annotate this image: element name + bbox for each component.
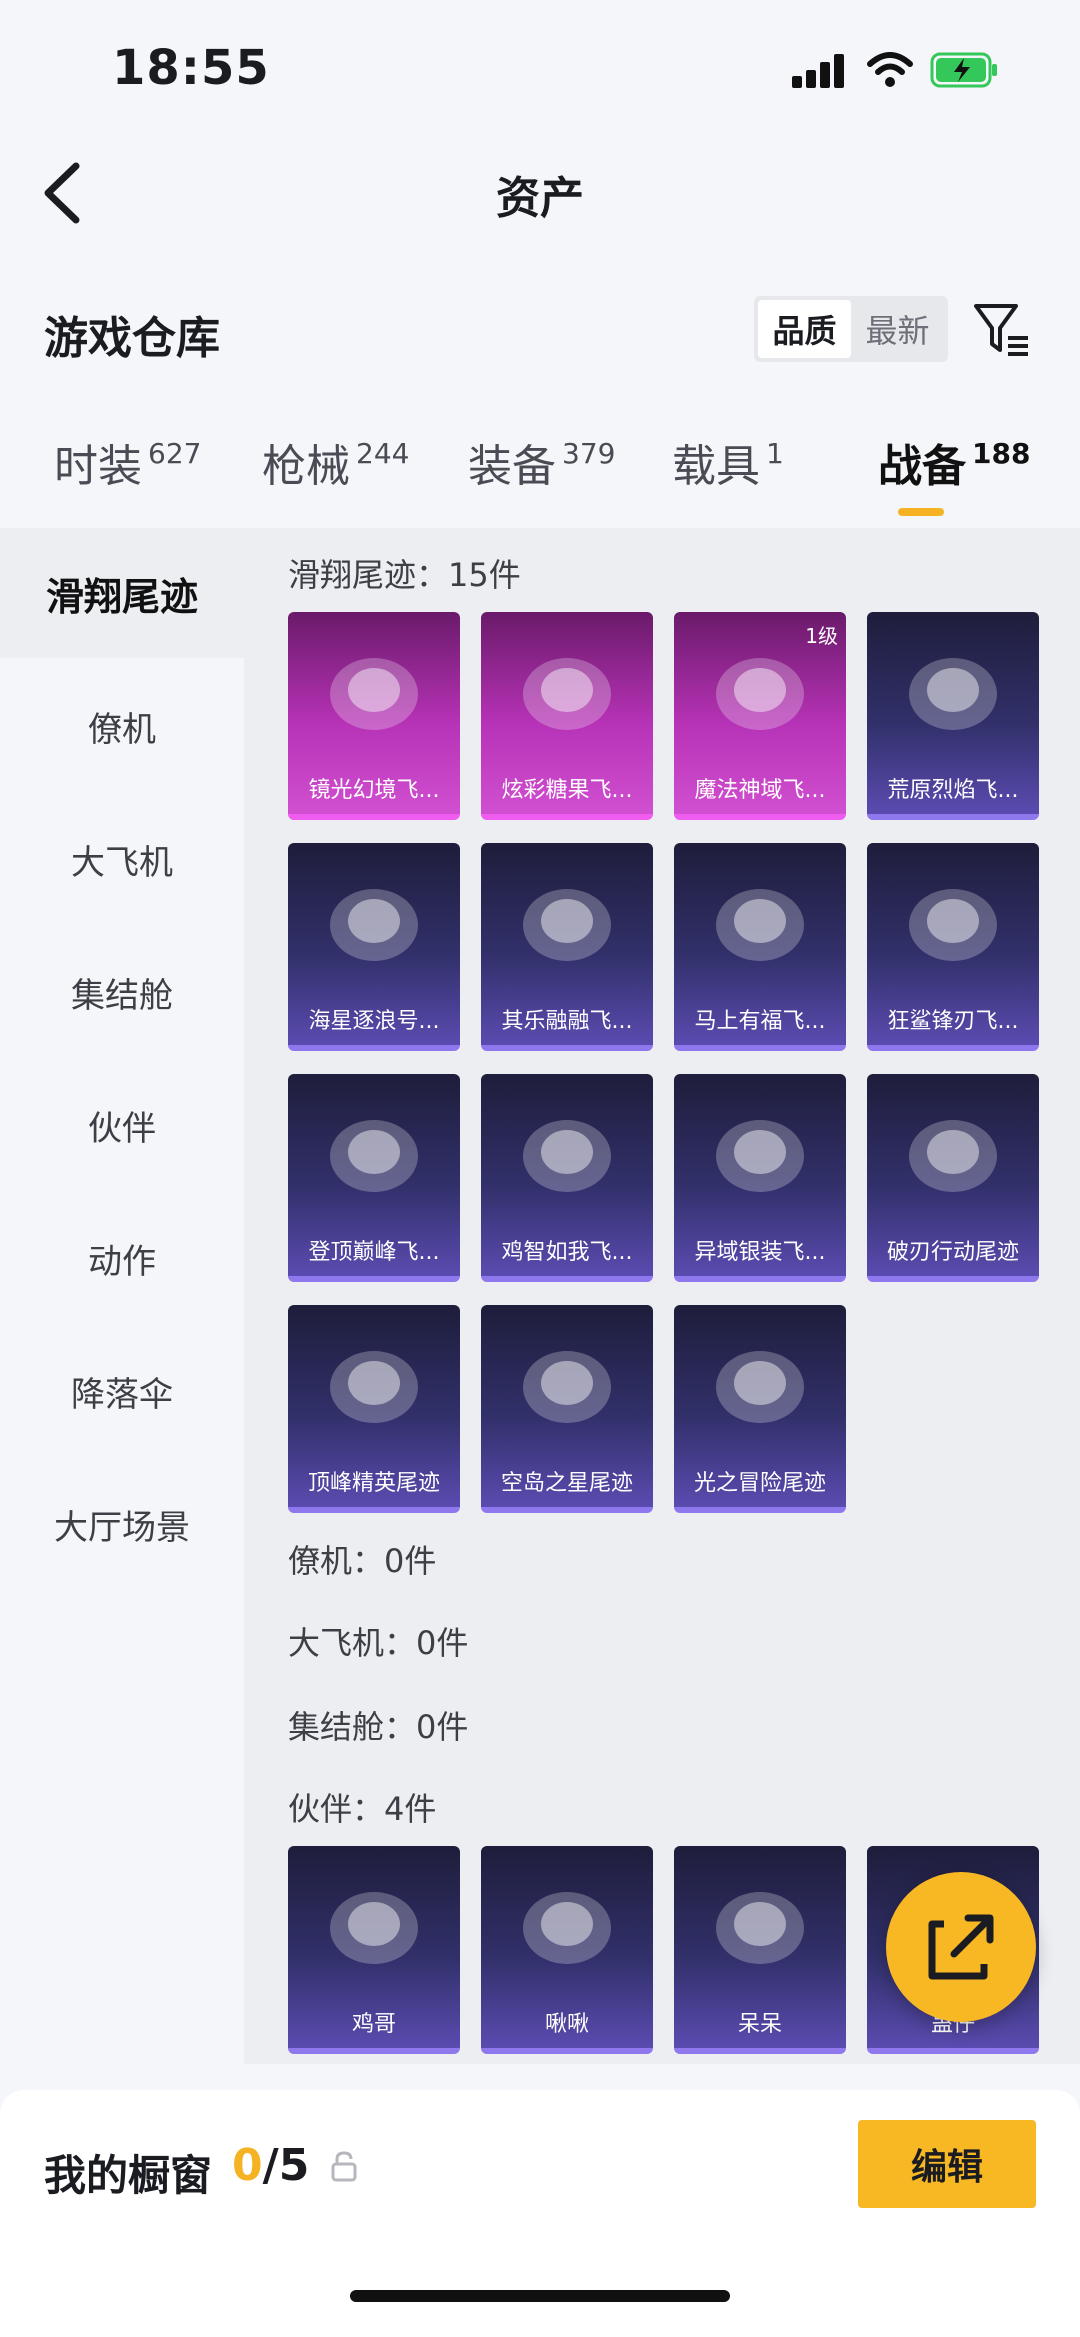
active-tab-indicator xyxy=(898,508,944,516)
group-title-partner: 伙伴：4件 xyxy=(288,1790,437,1828)
item-card[interactable]: 异域银装飞... xyxy=(674,1074,846,1282)
item-thumbnail-icon xyxy=(716,1351,804,1423)
item-thumbnail-icon xyxy=(909,1120,997,1192)
item-label: 空岛之星尾迹 xyxy=(500,1471,633,1496)
share-button[interactable] xyxy=(886,1872,1036,2022)
status-bar: 18:55 xyxy=(0,0,1080,140)
content-panel: 滑翔尾迹：15件 镜光幻境飞... 炫彩糖果飞... 1级魔法神域飞... 荒原烈焰飞… xyxy=(244,528,1080,2064)
item-thumbnail-icon xyxy=(716,1120,804,1192)
showcase-count: 0/5 xyxy=(232,2140,310,2191)
item-label: 海星逐浪号... xyxy=(308,1009,440,1034)
share-icon xyxy=(928,1914,994,1980)
item-label: 狂鲨锋刃飞... xyxy=(887,1009,1019,1034)
group-title-wingman: 僚机：0件 xyxy=(288,1542,437,1580)
item-card[interactable]: 马上有福飞... xyxy=(674,843,846,1051)
item-card[interactable]: 鸡智如我飞... xyxy=(481,1074,653,1282)
item-card[interactable]: 顶峰精英尾迹 xyxy=(288,1305,460,1513)
section-header: 游戏仓库 品质 最新 xyxy=(0,280,1080,380)
item-label: 光之冒险尾迹 xyxy=(693,1471,826,1496)
sort-quality-option[interactable]: 品质 xyxy=(758,300,851,358)
item-thumbnail-icon xyxy=(909,658,997,730)
item-thumbnail-icon xyxy=(523,658,611,730)
showcase-bar: 我的橱窗 0/5 编辑 xyxy=(0,2090,1080,2337)
item-thumbnail-icon xyxy=(716,1892,804,1964)
sidebar-item-wingman[interactable]: 僚机 xyxy=(0,661,244,791)
item-label: 魔法神域飞... xyxy=(694,778,826,803)
item-card[interactable]: 光之冒险尾迹 xyxy=(674,1305,846,1513)
item-label: 呆呆 xyxy=(737,2012,782,2037)
item-thumbnail-icon xyxy=(909,889,997,961)
item-card[interactable]: 啾啾 xyxy=(481,1846,653,2054)
item-card[interactable]: 破刃行动尾迹 xyxy=(867,1074,1039,1282)
sidebar-item-emote[interactable]: 动作 xyxy=(0,1193,244,1323)
item-thumbnail-icon xyxy=(330,889,418,961)
sidebar-item-parachute[interactable]: 降落伞 xyxy=(0,1326,244,1456)
item-label: 其乐融融飞... xyxy=(501,1009,633,1034)
item-label: 马上有福飞... xyxy=(694,1009,826,1034)
tab-battle-gear[interactable]: 战备 188 xyxy=(878,430,1030,494)
item-thumbnail-icon xyxy=(330,658,418,730)
tab-weapons[interactable]: 枪械 244 xyxy=(262,430,409,494)
item-label: 鸡智如我飞... xyxy=(501,1240,633,1265)
sidebar-item-capsule[interactable]: 集结舱 xyxy=(0,927,244,1057)
item-label: 炫彩糖果飞... xyxy=(501,778,633,803)
status-time: 18:55 xyxy=(112,40,270,96)
edit-button[interactable]: 编辑 xyxy=(858,2120,1036,2208)
tab-fashion[interactable]: 时装 627 xyxy=(54,430,201,494)
section-title: 游戏仓库 xyxy=(44,313,220,364)
item-card[interactable]: 炫彩糖果飞... xyxy=(481,612,653,820)
sidebar-item-lobby-scene[interactable]: 大厅场景 xyxy=(0,1459,244,1589)
item-thumbnail-icon xyxy=(330,1351,418,1423)
item-label: 顶峰精英尾迹 xyxy=(307,1471,440,1496)
item-card[interactable]: 狂鲨锋刃飞... xyxy=(867,843,1039,1051)
group-title-glide: 滑翔尾迹：15件 xyxy=(288,556,521,594)
battery-icon xyxy=(930,52,997,88)
item-card[interactable]: 登顶巅峰飞... xyxy=(288,1074,460,1282)
nav-bar: 资产 xyxy=(0,140,1080,250)
sort-toggle: 品质 最新 xyxy=(754,296,948,362)
wifi-icon xyxy=(867,52,913,87)
tab-equipment[interactable]: 装备 379 xyxy=(468,430,615,494)
group-title-capsule: 集结舱：0件 xyxy=(288,1708,469,1746)
item-label: 鸡哥 xyxy=(351,2012,396,2037)
item-card[interactable]: 空岛之星尾迹 xyxy=(481,1305,653,1513)
sidebar-item-partner[interactable]: 伙伴 xyxy=(0,1060,244,1190)
group-title-plane: 大飞机：0件 xyxy=(288,1624,469,1662)
home-indicator xyxy=(350,2290,730,2302)
item-thumbnail-icon xyxy=(523,1892,611,1964)
item-card[interactable]: 鸡哥 xyxy=(288,1846,460,2054)
page-title: 资产 xyxy=(496,173,584,224)
item-label: 镜光幻境飞... xyxy=(308,778,440,803)
item-card[interactable]: 海星逐浪号... xyxy=(288,843,460,1051)
item-label: 登顶巅峰飞... xyxy=(308,1240,440,1265)
item-thumbnail-icon xyxy=(716,889,804,961)
sidebar: 滑翔尾迹 僚机 大飞机 集结舱 伙伴 动作 降落伞 大厅场景 xyxy=(0,528,244,2064)
item-card[interactable]: 呆呆 xyxy=(674,1846,846,2054)
sidebar-item-glide-trail[interactable]: 滑翔尾迹 xyxy=(0,528,244,658)
item-thumbnail-icon xyxy=(523,1351,611,1423)
item-label: 荒原烈焰飞... xyxy=(887,778,1019,803)
item-label: 啾啾 xyxy=(544,2012,589,2037)
item-thumbnail-icon xyxy=(523,889,611,961)
item-label: 异域银装飞... xyxy=(694,1240,826,1265)
item-card[interactable]: 1级魔法神域飞... xyxy=(674,612,846,820)
item-card[interactable]: 荒原烈焰飞... xyxy=(867,612,1039,820)
filter-icon[interactable] xyxy=(970,298,1034,362)
lock-icon xyxy=(331,2151,357,2182)
item-thumbnail-icon xyxy=(330,1892,418,1964)
item-thumbnail-icon xyxy=(523,1120,611,1192)
item-card[interactable]: 镜光幻境飞... xyxy=(288,612,460,820)
item-thumbnail-icon xyxy=(330,1120,418,1192)
signal-icon xyxy=(792,54,846,88)
item-label: 破刃行动尾迹 xyxy=(886,1240,1019,1265)
item-card[interactable]: 其乐融融飞... xyxy=(481,843,653,1051)
tab-vehicles[interactable]: 载具 1 xyxy=(672,430,784,494)
item-tier-badge: 1级 xyxy=(805,624,838,648)
category-tabs: 时装 627 枪械 244 装备 379 载具 1 战备 188 xyxy=(0,420,1080,530)
sidebar-item-plane[interactable]: 大飞机 xyxy=(0,794,244,924)
showcase-label: 我的橱窗 xyxy=(44,2151,213,2200)
sort-newest-option[interactable]: 最新 xyxy=(851,300,944,358)
